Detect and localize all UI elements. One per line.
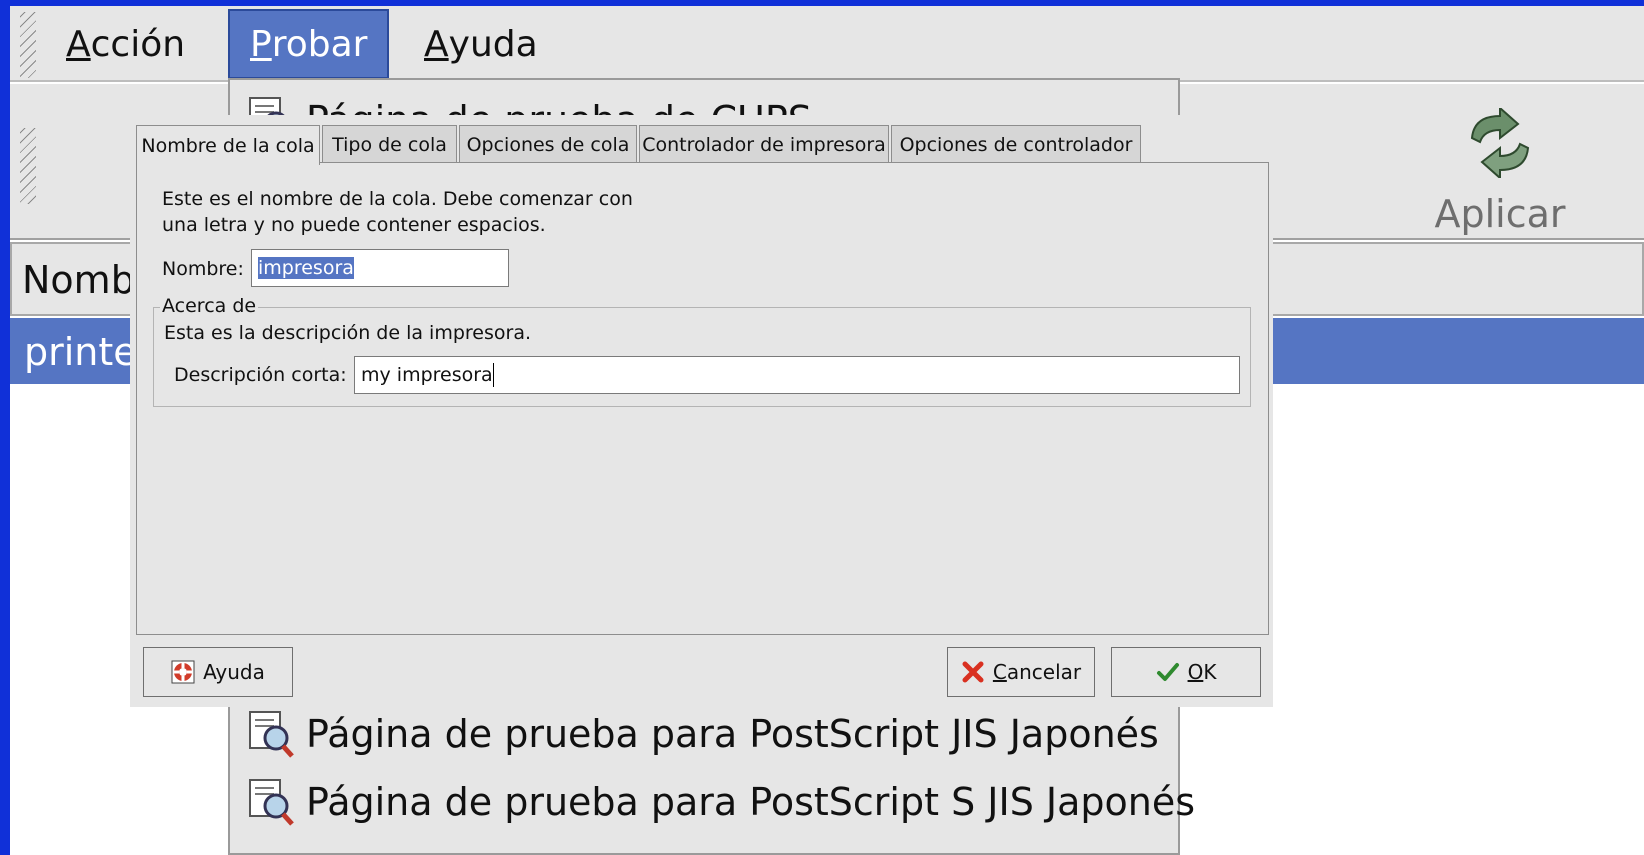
short-description-input[interactable]: my impresora [354, 356, 1240, 394]
name-label: Nombre: [162, 258, 244, 280]
test-menu-item-sjis[interactable]: Página de prueba para PostScript S JIS J… [244, 772, 1195, 832]
checkmark-icon [1156, 663, 1179, 681]
text-cursor [492, 363, 494, 387]
cancel-button-mnemonic: C [992, 660, 1007, 684]
help-button[interactable]: Ayuda [143, 647, 293, 697]
queue-properties-dialog: Nombre de la cola Tipo de cola Opciones … [130, 115, 1273, 707]
toolbar-grip-handle[interactable] [20, 128, 36, 204]
tab-controlador-de-impresora[interactable]: Controlador de impresora [639, 125, 889, 163]
test-page-icon [249, 779, 294, 826]
menubar-grip-handle[interactable] [20, 12, 36, 78]
tab-nombre-de-la-cola[interactable]: Nombre de la cola [136, 125, 320, 165]
ok-button[interactable]: OK [1111, 647, 1261, 697]
tab-opciones-de-controlador[interactable]: Opciones de controlador [891, 125, 1141, 163]
cancel-button[interactable]: Cancelar [947, 647, 1095, 697]
cancel-x-icon [962, 661, 984, 683]
menu-ayuda-label: yuda [448, 23, 538, 65]
menu-probar[interactable]: Probar [228, 9, 390, 79]
short-description-label: Descripción corta: [174, 364, 347, 386]
tab-opciones-de-cola[interactable]: Opciones de cola [459, 125, 637, 163]
menu-ayuda-mnemonic: A [424, 23, 449, 65]
short-description-value: my impresora [361, 364, 493, 386]
name-input-value: impresora [258, 257, 354, 279]
apply-arrows-icon [1470, 108, 1530, 178]
tab-tipo-de-cola[interactable]: Tipo de cola [322, 125, 457, 163]
about-frame-legend: Acerca de [160, 295, 259, 317]
test-menu-item-jis[interactable]: Página de prueba para PostScript JIS Jap… [244, 704, 1159, 764]
help-button-label: Ayuda [203, 660, 265, 684]
apply-button[interactable]: Aplicar [1410, 102, 1590, 236]
about-frame: Acerca de Esta es la descripción de la i… [153, 295, 1251, 407]
intro-text-line-1: Este es el nombre de la cola. Debe comen… [162, 188, 633, 210]
test-menu-item-label: Página de prueba para PostScript S JIS J… [306, 780, 1196, 824]
tab-panel-nombre-de-la-cola: Este es el nombre de la cola. Debe comen… [136, 162, 1269, 635]
lifebuoy-icon [171, 660, 195, 684]
menu-probar-mnemonic: P [250, 23, 272, 65]
name-input[interactable]: impresora [251, 249, 509, 287]
intro-text-line-2: una letra y no puede contener espacios. [162, 214, 546, 236]
cancel-button-label: ancelar [1006, 660, 1082, 684]
menu-accion-label: cción [90, 23, 186, 65]
ok-button-mnemonic: O [1187, 660, 1204, 684]
menu-probar-label: robar [271, 23, 368, 65]
about-description-text: Esta es la descripción de la impresora. [164, 322, 532, 344]
ok-button-label: K [1203, 660, 1217, 684]
test-page-icon [249, 711, 294, 758]
menu-bar: Acción Probar Ayuda [10, 6, 1644, 82]
apply-label: Aplicar [1434, 192, 1566, 236]
menu-accion[interactable]: Acción [46, 9, 205, 79]
menu-accion-mnemonic: A [66, 23, 91, 65]
menu-ayuda[interactable]: Ayuda [404, 9, 558, 79]
test-menu-item-label: Página de prueba para PostScript JIS Jap… [306, 712, 1159, 756]
